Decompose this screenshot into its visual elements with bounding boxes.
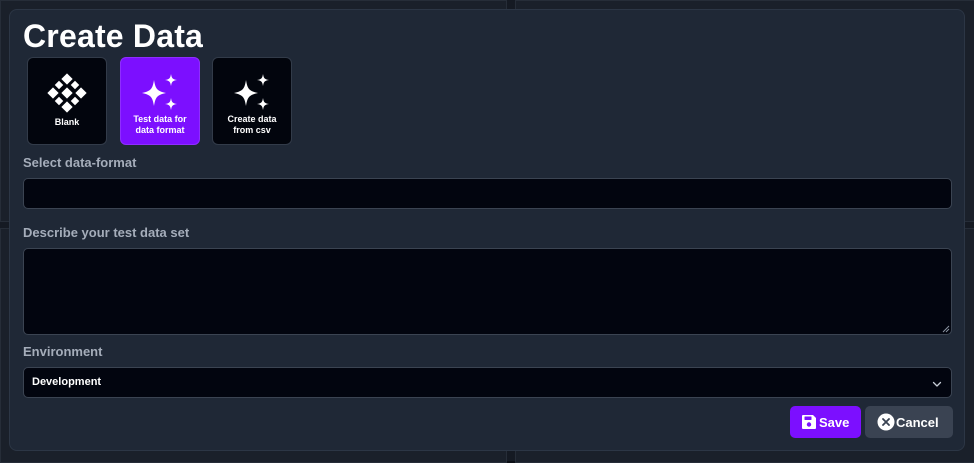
save-button[interactable]: Save bbox=[790, 406, 861, 438]
description-label: Describe your test data set bbox=[23, 225, 190, 240]
description-textarea[interactable] bbox=[23, 248, 952, 335]
tile-test-data-format[interactable]: Test data for data format bbox=[120, 57, 200, 145]
tile-create-from-csv-label: Create data from csv bbox=[227, 114, 277, 135]
data-format-input[interactable] bbox=[23, 178, 952, 209]
data-format-label: Select data-format bbox=[23, 155, 137, 170]
save-button-label: Save bbox=[819, 414, 850, 430]
cancel-button-label: Cancel bbox=[896, 414, 939, 430]
environment-label: Environment bbox=[23, 344, 103, 359]
close-circle-icon bbox=[877, 413, 895, 431]
tile-blank-label: Blank bbox=[54, 117, 80, 127]
floppy-disk-icon bbox=[800, 413, 818, 431]
chevron-down-icon bbox=[932, 381, 942, 387]
environment-selected-value: Development bbox=[32, 376, 102, 388]
sparkles-icon bbox=[213, 72, 291, 114]
resize-handle-icon[interactable] bbox=[942, 325, 950, 333]
create-data-modal: Create Data Blank Test data for data for… bbox=[9, 9, 965, 451]
tile-test-data-format-label: Test data for data format bbox=[133, 114, 187, 135]
description-field-wrapper bbox=[23, 248, 952, 335]
modal-title: Create Data bbox=[23, 18, 204, 54]
cancel-button[interactable]: Cancel bbox=[865, 406, 953, 438]
tile-create-from-csv[interactable]: Create data from csv bbox=[212, 57, 292, 145]
tile-blank[interactable]: Blank bbox=[27, 57, 107, 145]
sparkles-icon bbox=[121, 72, 199, 114]
blocks-icon bbox=[28, 72, 106, 114]
environment-select[interactable]: Development bbox=[23, 367, 952, 398]
